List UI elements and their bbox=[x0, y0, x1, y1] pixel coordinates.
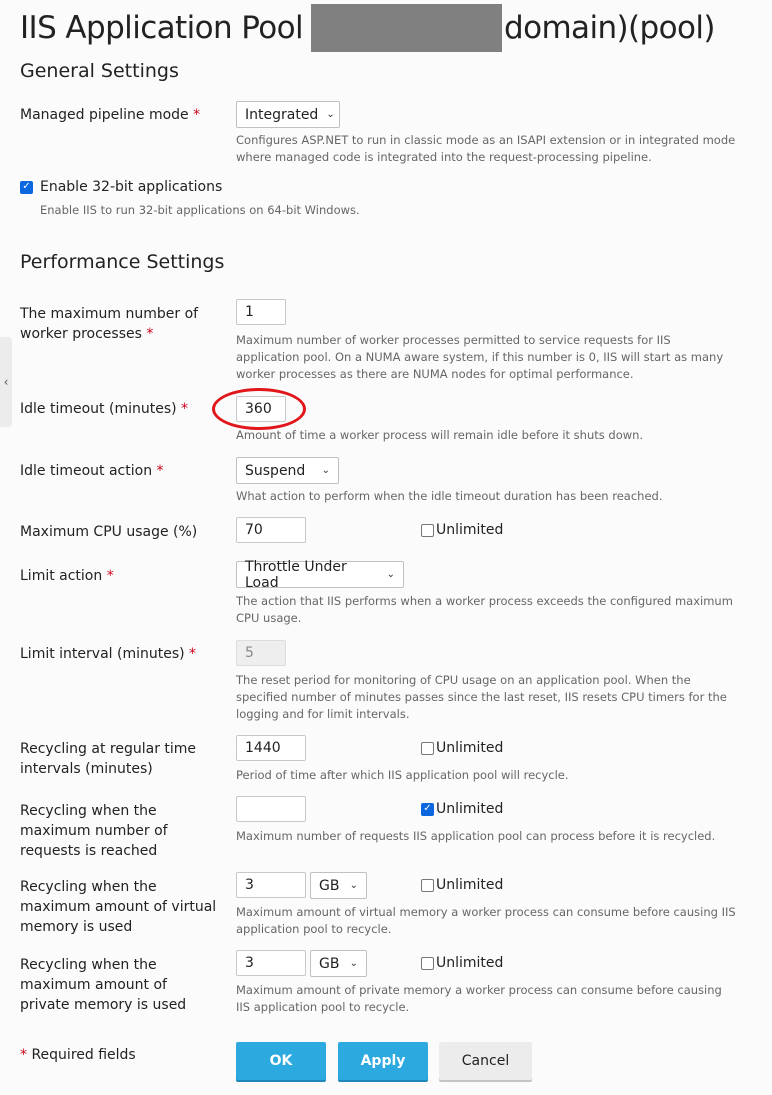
title-prefix: IIS Application Pool bbox=[20, 10, 304, 46]
enable-32bit-label: Enable 32-bit applications bbox=[40, 179, 223, 195]
recycle-private-label: Recycling when the maximum amount of pri… bbox=[20, 957, 187, 1013]
recycle-requests-description: Maximum number of requests IIS applicati… bbox=[236, 829, 716, 843]
performance-settings-heading: Performance Settings bbox=[20, 251, 225, 273]
recycle-time-unlimited-option[interactable]: Unlimited bbox=[421, 740, 503, 756]
idle-action-label: Idle timeout action * bbox=[20, 463, 164, 479]
apply-button[interactable]: Apply bbox=[338, 1042, 428, 1080]
recycle-virtual-unit-select[interactable]: GB ⌄ bbox=[310, 872, 367, 899]
max-cpu-unlimited-checkbox[interactable] bbox=[421, 523, 434, 537]
pipeline-mode-select[interactable]: Integrated ⌄ bbox=[236, 101, 340, 128]
pipeline-mode-label: Managed pipeline mode * bbox=[20, 107, 201, 123]
max-cpu-input[interactable] bbox=[236, 517, 306, 543]
recycle-virtual-unlimited-option[interactable]: Unlimited bbox=[421, 877, 503, 893]
limit-action-description: The action that IIS performs when a work… bbox=[236, 594, 733, 625]
recycle-private-unlimited-label: Unlimited bbox=[436, 955, 504, 971]
chevron-down-icon: ⌄ bbox=[326, 109, 335, 120]
idle-timeout-description: Amount of time a worker process will rem… bbox=[236, 428, 644, 442]
required-fields-note: * Required fields bbox=[20, 1047, 136, 1063]
recycle-virtual-description: Maximum amount of virtual memory a worke… bbox=[236, 905, 736, 936]
limit-action-value: Throttle Under Load bbox=[245, 558, 347, 591]
page-title: IIS Application Pool domain)(pool) bbox=[20, 4, 715, 52]
redacted-block bbox=[311, 4, 503, 52]
recycle-virtual-unlimited-label: Unlimited bbox=[436, 877, 504, 893]
recycle-time-label: Recycling at regular time intervals (min… bbox=[20, 741, 197, 777]
recycle-requests-unlimited-label: Unlimited bbox=[436, 801, 504, 817]
max-cpu-label: Maximum CPU usage (%) bbox=[20, 524, 198, 540]
recycle-requests-unlimited-checkbox[interactable]: ✓ bbox=[421, 802, 434, 816]
max-workers-description: Maximum number of worker processes permi… bbox=[236, 333, 724, 381]
idle-action-select[interactable]: Suspend ⌄ bbox=[236, 457, 339, 484]
enable-32bit-checkbox[interactable]: ✓ bbox=[20, 180, 33, 194]
recycle-virtual-unlimited-checkbox[interactable] bbox=[421, 878, 434, 892]
recycle-time-input[interactable] bbox=[236, 735, 306, 761]
recycle-private-unit-value: GB bbox=[319, 955, 340, 972]
recycle-requests-label: Recycling when the maximum number of req… bbox=[20, 803, 168, 859]
general-settings-heading: General Settings bbox=[20, 60, 179, 82]
pipeline-mode-value: Integrated bbox=[245, 106, 319, 123]
cancel-button[interactable]: Cancel bbox=[439, 1042, 532, 1080]
chevron-down-icon: ⌄ bbox=[321, 465, 330, 476]
idle-timeout-label: Idle timeout (minutes) * bbox=[20, 401, 189, 417]
enable-32bit-description: Enable IIS to run 32-bit applications on… bbox=[40, 203, 360, 217]
sidebar-collapse-tab[interactable]: ‹ bbox=[0, 337, 12, 427]
enable-32bit-option[interactable]: ✓ Enable 32-bit applications bbox=[20, 179, 222, 195]
chevron-down-icon: ⌄ bbox=[386, 569, 395, 580]
max-cpu-unlimited-label: Unlimited bbox=[436, 522, 504, 538]
limit-interval-description: The reset period for monitoring of CPU u… bbox=[236, 673, 727, 721]
check-icon: ✓ bbox=[423, 803, 432, 814]
max-workers-input[interactable] bbox=[236, 299, 286, 325]
recycle-private-input[interactable] bbox=[236, 950, 306, 976]
recycle-private-description: Maximum amount of private memory a worke… bbox=[236, 983, 722, 1014]
recycle-time-description: Period of time after which IIS applicati… bbox=[236, 768, 569, 782]
limit-action-label: Limit action * bbox=[20, 568, 114, 584]
check-icon: ✓ bbox=[22, 181, 31, 192]
chevron-down-icon: ⌄ bbox=[349, 880, 358, 891]
recycle-private-unlimited-checkbox[interactable] bbox=[421, 956, 434, 970]
recycle-requests-input[interactable] bbox=[236, 796, 306, 822]
max-cpu-unlimited-option[interactable]: Unlimited bbox=[421, 522, 503, 538]
idle-action-value: Suspend bbox=[245, 462, 306, 479]
title-suffix: domain)(pool) bbox=[504, 10, 715, 46]
recycle-virtual-input[interactable] bbox=[236, 872, 306, 898]
limit-action-select[interactable]: Throttle Under Load ⌄ bbox=[236, 558, 404, 591]
recycle-requests-unlimited-option[interactable]: ✓ Unlimited bbox=[421, 801, 503, 817]
recycle-private-unit-select[interactable]: GB ⌄ bbox=[310, 950, 367, 977]
recycle-time-unlimited-label: Unlimited bbox=[436, 740, 504, 756]
ok-button[interactable]: OK bbox=[236, 1042, 326, 1080]
recycle-private-unlimited-option[interactable]: Unlimited bbox=[421, 955, 503, 971]
recycle-virtual-label: Recycling when the maximum amount of vir… bbox=[20, 879, 217, 935]
limit-interval-label: Limit interval (minutes) * bbox=[20, 646, 197, 662]
recycle-virtual-unit-value: GB bbox=[319, 877, 340, 894]
max-workers-label: The maximum number of worker processes * bbox=[20, 306, 199, 342]
pipeline-mode-description: Configures ASP.NET to run in classic mod… bbox=[236, 133, 736, 164]
chevron-left-icon: ‹ bbox=[3, 375, 9, 389]
recycle-time-unlimited-checkbox[interactable] bbox=[421, 741, 434, 755]
limit-interval-input bbox=[236, 640, 286, 666]
idle-action-description: What action to perform when the idle tim… bbox=[236, 489, 663, 503]
chevron-down-icon: ⌄ bbox=[349, 958, 358, 969]
idle-timeout-input[interactable] bbox=[236, 396, 286, 422]
